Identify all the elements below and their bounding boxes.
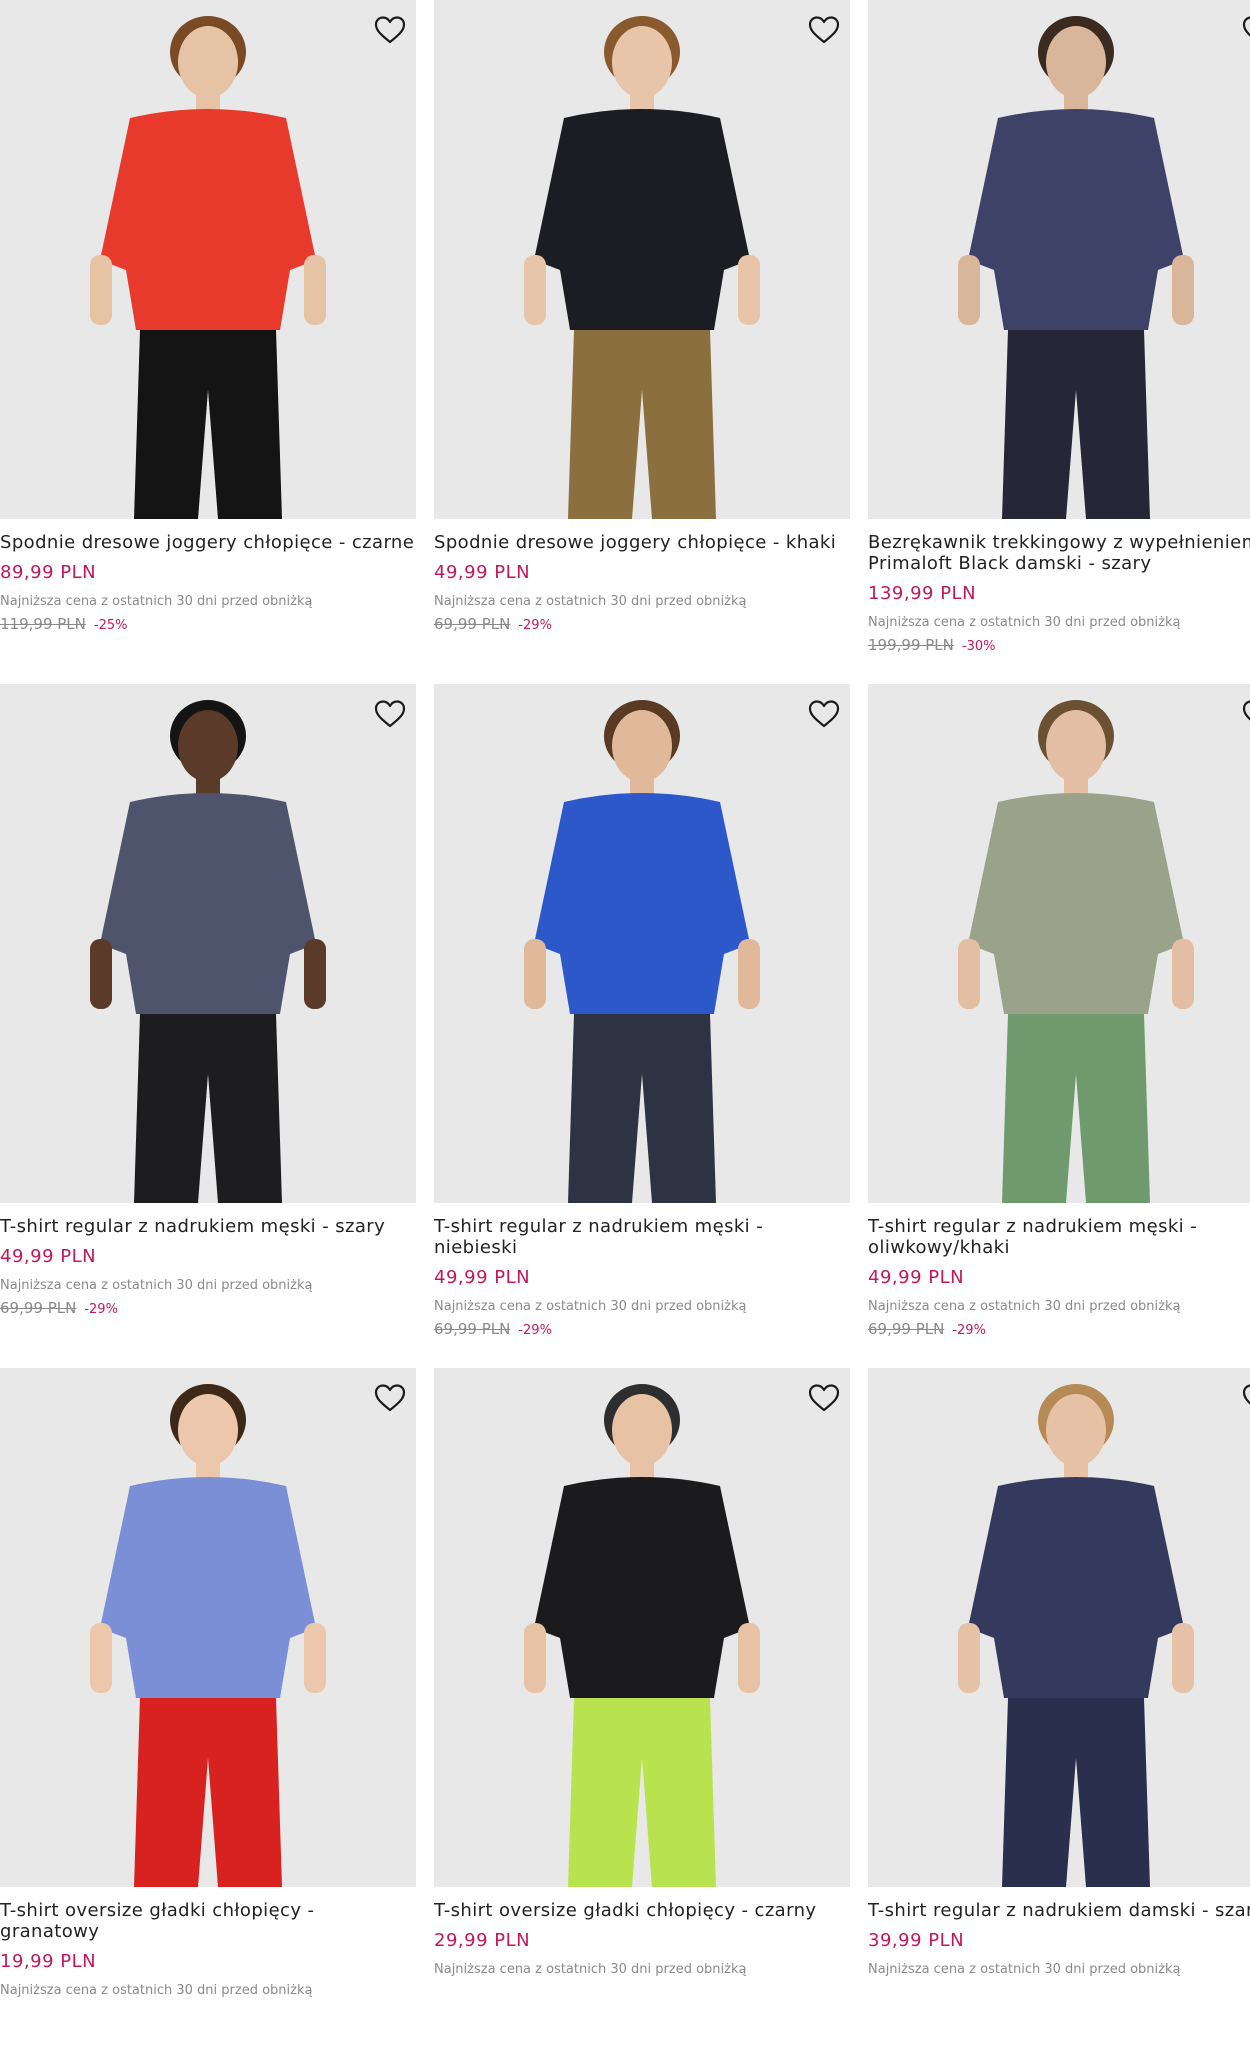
product-info: Bezrękawnik trekkingowy z wypełnieniem P…	[868, 532, 1250, 656]
product-price: 29,99 PLN	[434, 1930, 531, 1951]
old-price: 69,99 PLN	[0, 1299, 77, 1317]
lowest-price-label: Najniższa cena z ostatnich 30 dni przed …	[434, 1299, 747, 1314]
product-name[interactable]: T-shirt regular z nadrukiem męski - szar…	[0, 1216, 416, 1237]
product-info: Spodnie dresowe joggery chłopięce - khak…	[434, 532, 850, 635]
product-image[interactable]	[434, 684, 850, 1203]
discount-badge: -29%	[518, 618, 552, 633]
product-photo	[868, 684, 1250, 1203]
product-info: T-shirt regular z nadrukiem damski - sza…	[868, 1900, 1250, 1978]
old-price: 199,99 PLN	[868, 636, 954, 654]
product-price: 49,99 PLN	[434, 1267, 531, 1288]
old-price: 69,99 PLN	[868, 1320, 945, 1338]
lowest-price-label: Najniższa cena z ostatnich 30 dni przed …	[0, 594, 313, 609]
product-price: 19,99 PLN	[0, 1951, 97, 1972]
product-photo	[0, 1368, 416, 1887]
product-photo	[0, 684, 416, 1203]
product-info: T-shirt regular z nadrukiem męski - nieb…	[434, 1216, 850, 1340]
product-image[interactable]	[868, 1368, 1250, 1887]
product-photo	[0, 0, 416, 519]
favorite-heart-icon[interactable]	[804, 1378, 844, 1418]
product-info: T-shirt oversize gładki chłopięcy - czar…	[434, 1900, 850, 1978]
old-price: 69,99 PLN	[434, 615, 511, 633]
product-price: 49,99 PLN	[868, 1267, 965, 1288]
product-name[interactable]: Bezrękawnik trekkingowy z wypełnieniem P…	[868, 532, 1250, 574]
product-name[interactable]: T-shirt oversize gładki chłopięcy - czar…	[434, 1900, 850, 1921]
favorite-heart-icon[interactable]	[370, 10, 410, 50]
lowest-price-label: Najniższa cena z ostatnich 30 dni przed …	[434, 594, 747, 609]
product-name[interactable]: T-shirt regular z nadrukiem męski - nieb…	[434, 1216, 850, 1258]
lowest-price-label: Najniższa cena z ostatnich 30 dni przed …	[434, 1962, 747, 1977]
old-price-row: 69,99 PLN -29%	[434, 1320, 850, 1340]
product-name[interactable]: Spodnie dresowe joggery chłopięce - czar…	[0, 532, 416, 553]
product-card-7[interactable]: T-shirt oversize gładki chłopięcy - gran…	[0, 1368, 416, 2048]
favorite-heart-icon[interactable]	[804, 10, 844, 50]
product-photo	[434, 1368, 850, 1887]
old-price: 69,99 PLN	[434, 1320, 511, 1338]
product-image[interactable]	[0, 684, 416, 1203]
product-info: T-shirt oversize gładki chłopięcy - gran…	[0, 1900, 416, 1999]
product-name[interactable]: T-shirt oversize gładki chłopięcy - gran…	[0, 1900, 416, 1942]
product-image[interactable]	[868, 0, 1250, 519]
favorite-heart-icon[interactable]	[370, 1378, 410, 1418]
product-info: Spodnie dresowe joggery chłopięce - czar…	[0, 532, 416, 635]
product-price: 89,99 PLN	[0, 562, 97, 583]
lowest-price-label: Najniższa cena z ostatnich 30 dni przed …	[868, 1299, 1181, 1314]
product-card-3[interactable]: Bezrękawnik trekkingowy z wypełnieniem P…	[868, 0, 1250, 680]
product-photo	[434, 0, 850, 519]
product-grid: Spodnie dresowe joggery chłopięce - czar…	[0, 0, 1250, 1998]
product-price: 49,99 PLN	[0, 1246, 97, 1267]
lowest-price-label: Najniższa cena z ostatnich 30 dni przed …	[0, 1983, 313, 1998]
lowest-price-label: Najniższa cena z ostatnich 30 dni przed …	[868, 1962, 1181, 1977]
product-price: 39,99 PLN	[868, 1930, 965, 1951]
favorite-heart-icon[interactable]	[1238, 694, 1250, 734]
product-card-5[interactable]: T-shirt regular z nadrukiem męski - nieb…	[434, 684, 850, 1364]
lowest-price-label: Najniższa cena z ostatnich 30 dni przed …	[0, 1278, 313, 1293]
discount-badge: -29%	[84, 1302, 118, 1317]
product-card-4[interactable]: T-shirt regular z nadrukiem męski - szar…	[0, 684, 416, 1364]
product-card-9[interactable]: T-shirt regular z nadrukiem damski - sza…	[868, 1368, 1250, 2048]
product-price: 49,99 PLN	[434, 562, 531, 583]
old-price: 119,99 PLN	[0, 615, 86, 633]
product-image[interactable]	[0, 1368, 416, 1887]
discount-badge: -30%	[961, 639, 996, 654]
product-card-6[interactable]: T-shirt regular z nadrukiem męski - oliw…	[868, 684, 1250, 1364]
product-image[interactable]	[434, 0, 850, 519]
old-price-row: 69,99 PLN -29%	[0, 1299, 416, 1319]
product-image[interactable]	[434, 1368, 850, 1887]
discount-badge: -29%	[952, 1323, 986, 1338]
favorite-heart-icon[interactable]	[804, 694, 844, 734]
product-photo	[434, 684, 850, 1203]
product-card-2[interactable]: Spodnie dresowe joggery chłopięce - khak…	[434, 0, 850, 680]
favorite-heart-icon[interactable]	[370, 694, 410, 734]
old-price-row: 69,99 PLN -29%	[868, 1320, 1250, 1340]
lowest-price-label: Najniższa cena z ostatnich 30 dni przed …	[868, 615, 1181, 630]
old-price-row: 199,99 PLN -30%	[868, 636, 1250, 656]
product-image[interactable]	[0, 0, 416, 519]
product-card-1[interactable]: Spodnie dresowe joggery chłopięce - czar…	[0, 0, 416, 680]
old-price-row: 69,99 PLN -29%	[434, 615, 850, 635]
product-info: T-shirt regular z nadrukiem męski - szar…	[0, 1216, 416, 1319]
product-name[interactable]: T-shirt regular z nadrukiem damski - sza…	[868, 1900, 1250, 1921]
product-image[interactable]	[868, 684, 1250, 1203]
product-card-8[interactable]: T-shirt oversize gładki chłopięcy - czar…	[434, 1368, 850, 2048]
product-info: T-shirt regular z nadrukiem męski - oliw…	[868, 1216, 1250, 1340]
product-price: 139,99 PLN	[868, 583, 977, 604]
product-photo	[868, 1368, 1250, 1887]
product-name[interactable]: Spodnie dresowe joggery chłopięce - khak…	[434, 532, 850, 553]
favorite-heart-icon[interactable]	[1238, 1378, 1250, 1418]
product-photo	[868, 0, 1250, 519]
discount-badge: -25%	[93, 618, 128, 633]
product-name[interactable]: T-shirt regular z nadrukiem męski - oliw…	[868, 1216, 1250, 1258]
favorite-heart-icon[interactable]	[1238, 10, 1250, 50]
discount-badge: -29%	[518, 1323, 552, 1338]
old-price-row: 119,99 PLN -25%	[0, 615, 416, 635]
